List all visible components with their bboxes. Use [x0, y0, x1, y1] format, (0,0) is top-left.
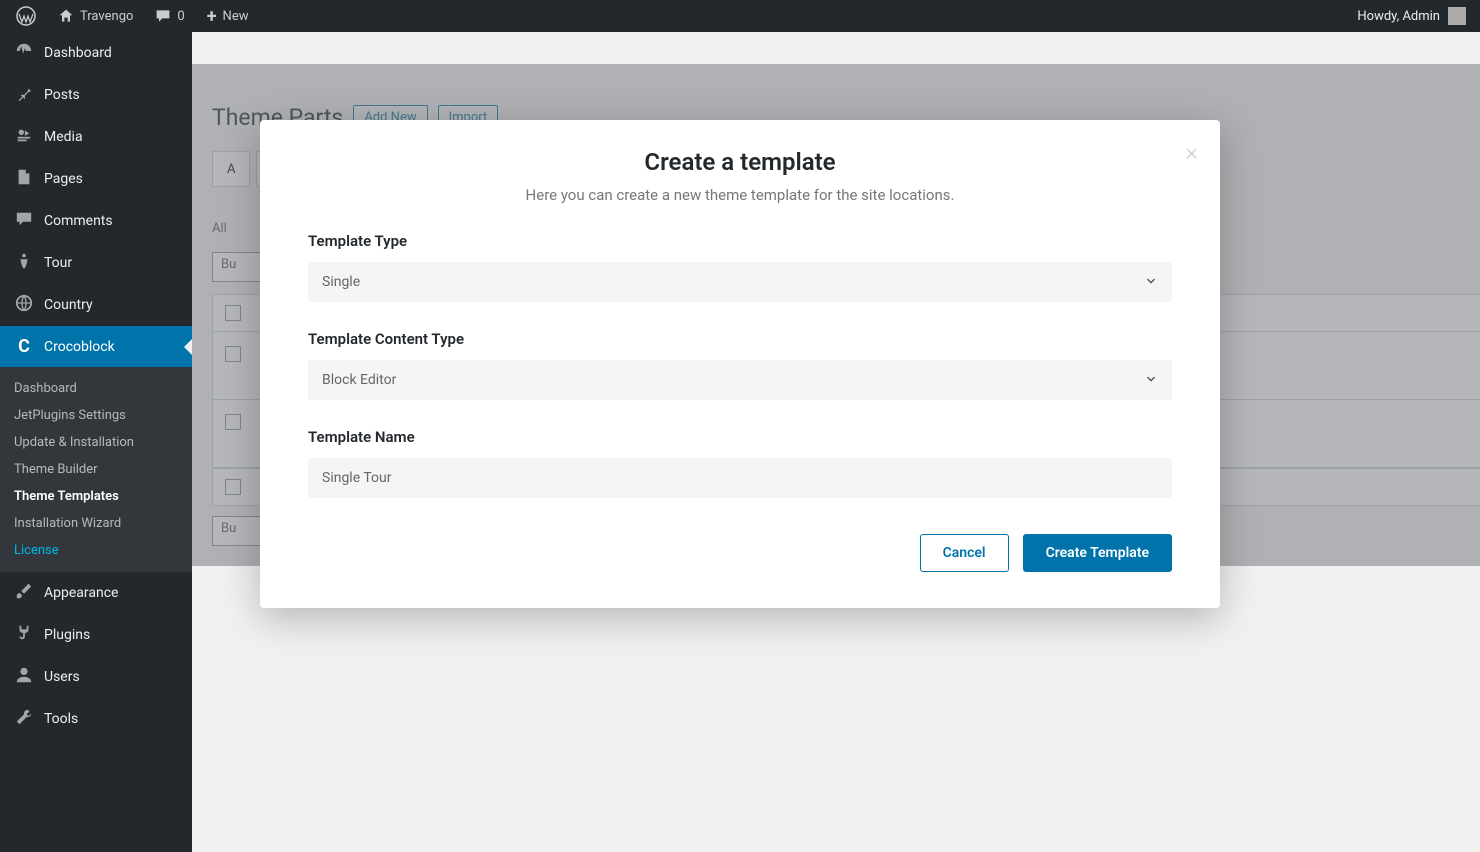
field-template-content-type: Template Content Type Block Editor [308, 330, 1172, 400]
sidebar-item-comments[interactable]: Comments [0, 200, 192, 242]
sidebar-item-appearance[interactable]: Appearance [0, 572, 192, 614]
template-name-label: Template Name [308, 428, 1172, 446]
modal-title: Create a template [308, 148, 1172, 176]
sidebar-item-crocoblock[interactable]: CCrocoblock [0, 326, 192, 367]
admin-sidebar: Dashboard Posts Media Pages Comments Tou… [0, 32, 192, 852]
speedometer-icon [14, 42, 34, 64]
comments-link[interactable]: 0 [147, 0, 192, 32]
create-template-button[interactable]: Create Template [1023, 534, 1172, 572]
plus-icon: + [207, 6, 217, 27]
wp-logo[interactable] [8, 0, 44, 32]
sidebar-item-country[interactable]: Country [0, 284, 192, 326]
site-name: Travengo [80, 9, 133, 24]
page-icon [14, 168, 34, 190]
sub-jetplugins[interactable]: JetPlugins Settings [0, 402, 192, 429]
template-content-type-select[interactable]: Block Editor [308, 360, 1172, 400]
sub-install-wizard[interactable]: Installation Wizard [0, 510, 192, 537]
modal-subtitle: Here you can create a new theme template… [308, 186, 1172, 204]
sub-theme-templates[interactable]: Theme Templates [0, 483, 192, 510]
sidebar-item-pages[interactable]: Pages [0, 158, 192, 200]
sidebar-item-media[interactable]: Media [0, 116, 192, 158]
template-content-type-label: Template Content Type [308, 330, 1172, 348]
comment-icon [14, 210, 34, 232]
pin-icon [14, 84, 34, 106]
sidebar-item-plugins[interactable]: Plugins [0, 614, 192, 656]
plug-icon [14, 624, 34, 646]
home-icon [58, 8, 74, 24]
sidebar-item-tour[interactable]: Tour [0, 242, 192, 284]
template-type-select[interactable]: Single [308, 262, 1172, 302]
adminbar-left: Travengo 0 + New [8, 0, 256, 32]
wordpress-icon [16, 6, 36, 26]
sub-dashboard[interactable]: Dashboard [0, 375, 192, 402]
comment-icon [155, 8, 171, 24]
modal-actions: Cancel Create Template [308, 534, 1172, 572]
close-icon[interactable]: × [1185, 138, 1198, 166]
template-name-input[interactable] [308, 458, 1172, 498]
sidebar-item-users[interactable]: Users [0, 656, 192, 698]
user-avatar [1448, 7, 1466, 25]
person-icon [14, 252, 34, 274]
brush-icon [14, 582, 34, 604]
create-template-modal: × Create a template Here you can create … [260, 120, 1220, 608]
user-icon [14, 666, 34, 688]
field-template-type: Template Type Single [308, 232, 1172, 302]
template-type-label: Template Type [308, 232, 1172, 250]
cancel-button[interactable]: Cancel [920, 534, 1009, 572]
wrench-icon [14, 708, 34, 730]
adminbar-right[interactable]: Howdy, Admin [1357, 7, 1472, 25]
media-icon [14, 126, 34, 148]
crocoblock-icon: C [14, 336, 34, 357]
sub-license[interactable]: License [0, 537, 192, 564]
howdy-text: Howdy, Admin [1357, 9, 1440, 24]
sub-theme-builder[interactable]: Theme Builder [0, 456, 192, 483]
new-link[interactable]: + New [199, 0, 257, 32]
sidebar-item-posts[interactable]: Posts [0, 74, 192, 116]
sub-update[interactable]: Update & Installation [0, 429, 192, 456]
new-label: New [223, 9, 249, 24]
sidebar-submenu: Dashboard JetPlugins Settings Update & I… [0, 367, 192, 572]
sidebar-item-tools[interactable]: Tools [0, 698, 192, 740]
site-link[interactable]: Travengo [50, 0, 141, 32]
sidebar-item-dashboard[interactable]: Dashboard [0, 32, 192, 74]
globe-icon [14, 294, 34, 316]
comments-count: 0 [177, 9, 184, 24]
admin-bar: Travengo 0 + New Howdy, Admin [0, 0, 1480, 32]
field-template-name: Template Name [308, 428, 1172, 498]
